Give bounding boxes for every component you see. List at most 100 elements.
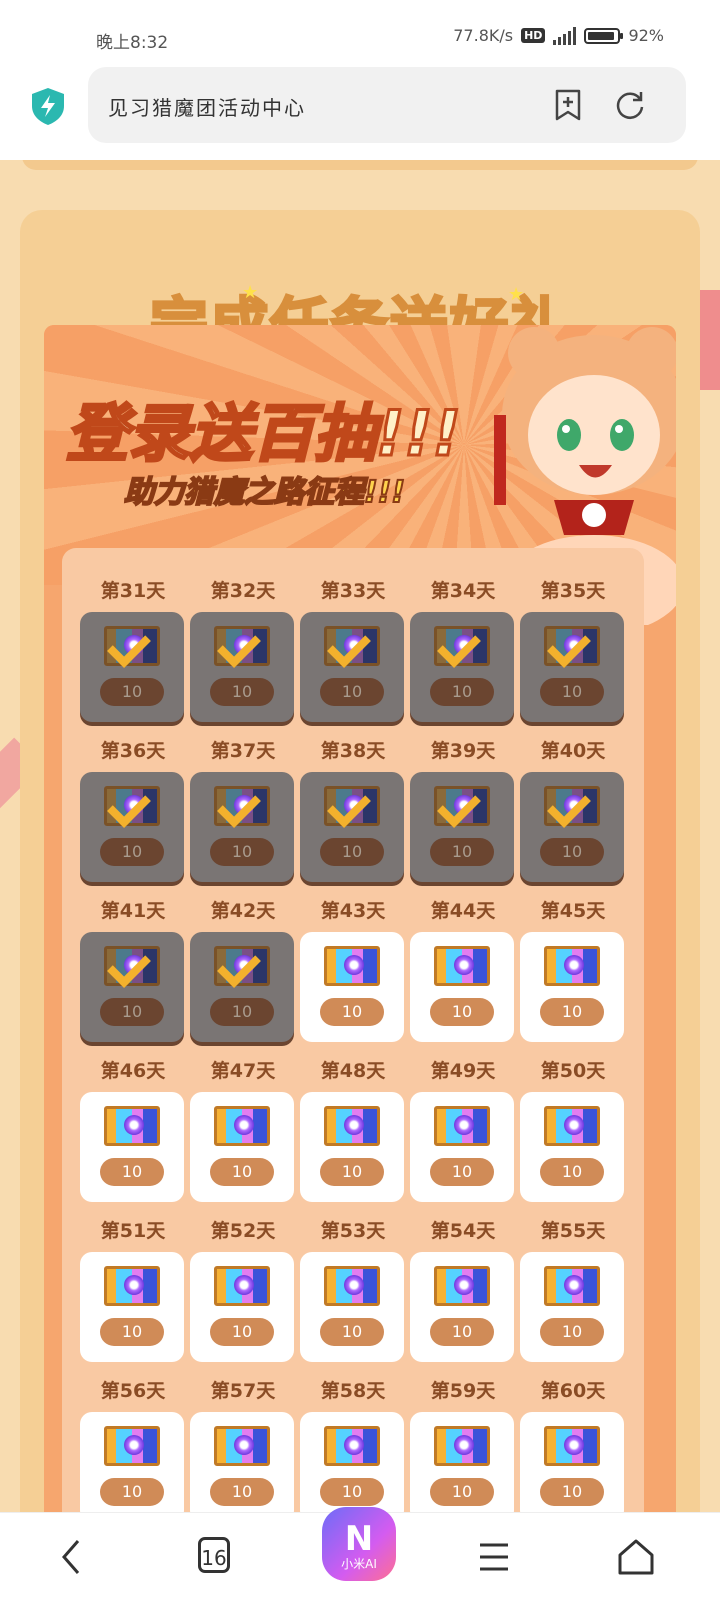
reward-card[interactable]: 10 <box>300 932 404 1042</box>
reward-amount: 10 <box>540 1158 604 1186</box>
ticket-icon <box>324 1426 380 1466</box>
reward-amount: 10 <box>100 998 164 1026</box>
ticket-icon <box>434 1106 490 1146</box>
ticket-icon <box>544 1106 600 1146</box>
day-label: 第35天 <box>540 580 606 602</box>
reward-card[interactable]: 10 <box>520 1092 624 1202</box>
bottom-navigation: 16 N 小米AI <box>0 1507 720 1601</box>
reward-card[interactable]: 10 <box>80 1252 184 1362</box>
reward-amount: 10 <box>540 998 604 1026</box>
reward-card[interactable]: 10 <box>410 1092 514 1202</box>
ticket-icon <box>214 1426 270 1466</box>
home-icon[interactable] <box>616 1533 656 1581</box>
ticket-icon <box>104 1426 160 1466</box>
reward-card[interactable]: 10 <box>410 1412 514 1512</box>
reward-card[interactable]: 10 <box>300 1092 404 1202</box>
previous-section <box>22 160 698 170</box>
xiaomi-ai-logo: N <box>344 1519 374 1559</box>
reward-amount: 10 <box>100 678 164 706</box>
day-label: 第40天 <box>540 740 606 762</box>
ticket-icon <box>434 1426 490 1466</box>
reward-card-claimed[interactable]: 10 <box>80 772 184 882</box>
signal-icon <box>553 26 577 45</box>
star-icon: ★ <box>508 284 525 305</box>
ticket-icon <box>214 1106 270 1146</box>
reward-card[interactable]: 10 <box>300 1252 404 1362</box>
ticket-icon <box>104 1106 160 1146</box>
reward-card-claimed[interactable]: 10 <box>190 612 294 722</box>
xiaomi-ai-button[interactable]: N 小米AI <box>322 1507 396 1581</box>
reward-amount: 10 <box>320 1318 384 1346</box>
tabs-button[interactable]: 16 <box>198 1537 230 1573</box>
reward-amount: 10 <box>210 998 274 1026</box>
ticket-icon <box>434 946 490 986</box>
reward-amount: 10 <box>430 678 494 706</box>
shield-icon[interactable] <box>30 86 66 126</box>
reward-amount: 10 <box>430 1318 494 1346</box>
back-icon[interactable] <box>56 1533 86 1581</box>
reward-amount: 10 <box>100 838 164 866</box>
page-title: 见习猎魔团活动中心 <box>108 96 306 120</box>
reward-card-claimed[interactable]: 10 <box>80 612 184 722</box>
reward-card[interactable]: 10 <box>300 1412 404 1512</box>
ticket-icon <box>324 1266 380 1306</box>
ticket-icon <box>324 946 380 986</box>
reward-amount: 10 <box>100 1478 164 1506</box>
reward-amount: 10 <box>430 1158 494 1186</box>
reward-card[interactable]: 10 <box>520 1252 624 1362</box>
xiaomi-ai-label: 小米AI <box>341 1557 377 1571</box>
day-label: 第55天 <box>540 1220 606 1242</box>
reward-amount: 10 <box>430 838 494 866</box>
reward-amount: 10 <box>210 1478 274 1506</box>
reward-card-claimed[interactable]: 10 <box>190 772 294 882</box>
banner-title: 登录送百抽!!! <box>65 396 463 472</box>
reward-card[interactable]: 10 <box>520 1412 624 1512</box>
reward-amount: 10 <box>100 1318 164 1346</box>
reward-amount: 10 <box>210 838 274 866</box>
reward-amount: 10 <box>320 998 384 1026</box>
ticket-icon <box>104 1266 160 1306</box>
reward-card[interactable]: 10 <box>190 1412 294 1512</box>
status-indicators: 77.8K/s HD 92% <box>453 26 664 45</box>
reward-card-claimed[interactable]: 10 <box>300 612 404 722</box>
reward-amount: 10 <box>210 1158 274 1186</box>
reward-amount: 10 <box>210 1318 274 1346</box>
hd-badge: HD <box>521 28 546 43</box>
reward-amount: 10 <box>320 1478 384 1506</box>
star-icon: ★ <box>242 282 259 303</box>
battery-icon <box>584 27 624 44</box>
reward-card[interactable]: 10 <box>190 1092 294 1202</box>
status-time: 晚上8:32 <box>96 33 169 53</box>
reward-amount: 10 <box>540 838 604 866</box>
reward-card[interactable]: 10 <box>410 932 514 1042</box>
menu-icon[interactable] <box>476 1533 512 1581</box>
day-label: 第50天 <box>540 1060 606 1082</box>
address-bar[interactable]: 见习猎魔团活动中心 <box>88 67 686 143</box>
reward-card[interactable]: 10 <box>190 1252 294 1362</box>
reward-card[interactable]: 10 <box>80 1412 184 1512</box>
reward-card[interactable]: 10 <box>80 1092 184 1202</box>
reward-card-claimed[interactable]: 10 <box>190 932 294 1042</box>
reward-amount: 10 <box>540 678 604 706</box>
reward-amount: 10 <box>210 678 274 706</box>
reward-amount: 10 <box>540 1318 604 1346</box>
reward-card-claimed[interactable]: 10 <box>410 612 514 722</box>
reward-card-claimed[interactable]: 10 <box>410 772 514 882</box>
reward-amount: 10 <box>320 1158 384 1186</box>
network-speed: 77.8K/s <box>453 26 514 45</box>
web-content[interactable]: 完成任务送好礼 ★ ★ ★ 登录送百抽!!! 助力猎魔之路征程!!! 第31天1… <box>0 160 720 1512</box>
day-label: 第60天 <box>540 1380 606 1402</box>
reward-card[interactable]: 10 <box>520 932 624 1042</box>
reward-card-claimed[interactable]: 10 <box>80 932 184 1042</box>
bookmark-add-icon[interactable] <box>550 87 586 123</box>
reward-card[interactable]: 10 <box>410 1252 514 1362</box>
ticket-icon <box>544 1426 600 1466</box>
refresh-icon[interactable] <box>612 87 648 123</box>
reward-card-claimed[interactable]: 10 <box>520 772 624 882</box>
reward-card-claimed[interactable]: 10 <box>520 612 624 722</box>
battery-level: 92% <box>628 26 664 45</box>
reward-amount: 10 <box>540 1478 604 1506</box>
ticket-icon <box>324 1106 380 1146</box>
reward-card-claimed[interactable]: 10 <box>300 772 404 882</box>
reward-amount: 10 <box>430 998 494 1026</box>
